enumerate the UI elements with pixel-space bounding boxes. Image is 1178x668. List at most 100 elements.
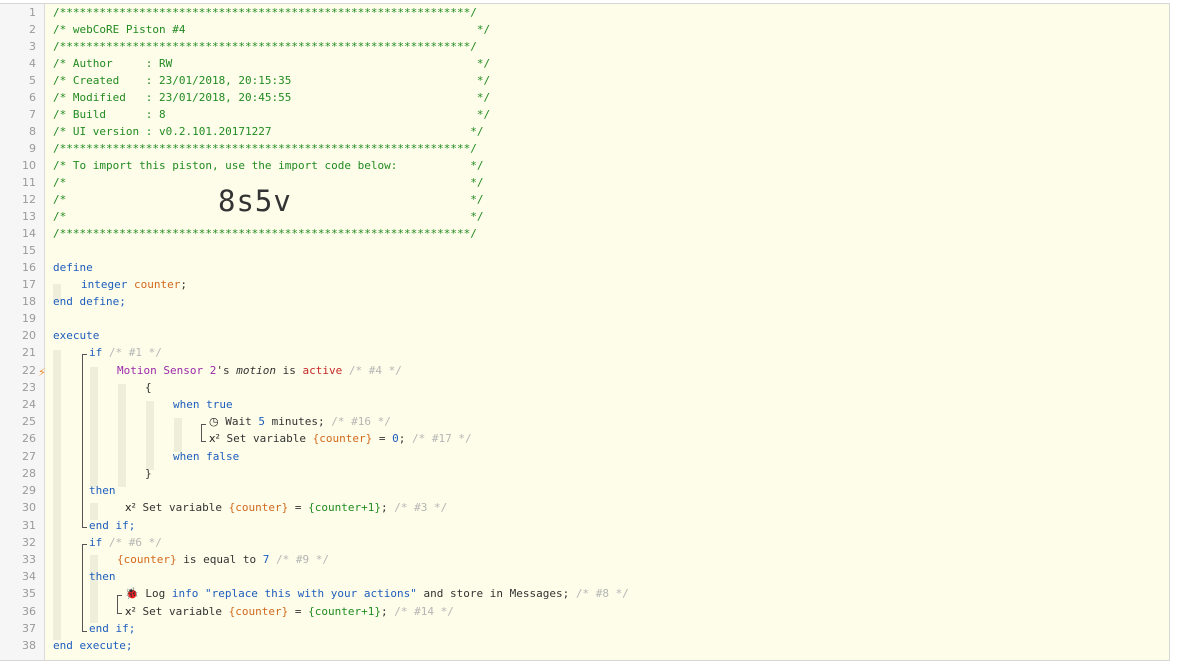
line-number: 5 xyxy=(29,74,36,87)
line-number: 3 xyxy=(29,40,36,53)
condition-id: /* #4 */ xyxy=(348,364,402,377)
operator: is xyxy=(282,364,296,377)
operator: = xyxy=(294,501,302,514)
line-number: 22 xyxy=(22,364,36,377)
attribute-name: motion xyxy=(236,364,276,377)
line-number: 19 xyxy=(22,312,36,325)
indent-guide xyxy=(53,350,61,640)
variable-icon: x² xyxy=(125,501,136,514)
code-line-5: /* Created : 23/01/2018, 20:15:35 */ xyxy=(53,74,491,87)
line-number: 8 xyxy=(29,125,36,138)
statement-id: /* #17 */ xyxy=(412,432,472,445)
value-active: active xyxy=(302,364,343,377)
line-number: 20 xyxy=(22,329,36,342)
code-line-30[interactable]: x² Set variable {counter} = {counter+1};… xyxy=(125,499,447,516)
line-number: 31 xyxy=(22,519,36,532)
action-group-bracket xyxy=(117,595,118,614)
line-number: 35 xyxy=(22,587,36,600)
line-number: 33 xyxy=(22,553,36,566)
set-variable-label: Set variable xyxy=(226,432,307,445)
statement-id: /* #3 */ xyxy=(394,501,448,514)
line-number: 4 xyxy=(29,57,36,70)
trigger-bolt-icon: ⚡ xyxy=(38,366,46,379)
line-number: 14 xyxy=(22,227,36,240)
semicolon: ; xyxy=(180,278,187,291)
code-line-23: { xyxy=(145,381,152,394)
line-number: 26 xyxy=(22,432,36,445)
code-line-27[interactable]: when false xyxy=(173,448,239,465)
code-line-9: /***************************************… xyxy=(53,142,477,155)
semicolon: ; xyxy=(398,432,406,445)
line-number: 6 xyxy=(29,91,36,104)
line-number: 34 xyxy=(22,570,36,583)
code-line-8: /* UI version : v0.2.101.20171227 */ xyxy=(53,125,484,138)
indent-guide xyxy=(174,418,182,452)
counter-variable: {counter} xyxy=(228,605,289,618)
line-number: 29 xyxy=(22,484,36,497)
set-variable-label: Set variable xyxy=(142,501,223,514)
statement-id: /* #8 */ xyxy=(575,587,629,600)
line-number: 37 xyxy=(22,622,36,635)
if-keyword: if xyxy=(89,536,103,549)
operator: = xyxy=(294,605,302,618)
counter-variable: {counter} xyxy=(312,432,373,445)
code-editor: 1 2 3 4 5 6 7 8 9 10 11 12 13 14 15 16 17 18 19 20 21 22 23 24 2… xyxy=(0,3,1170,661)
indent-guide xyxy=(118,384,126,487)
code-line-36[interactable]: x² Set variable {counter} = {counter+1};… xyxy=(125,603,454,620)
code-line-26[interactable]: x² Set variable {counter} = 0; /* #17 */ xyxy=(209,430,472,447)
line-number: 25 xyxy=(22,415,36,428)
code-line-32[interactable]: if /* #6 */ xyxy=(89,534,162,551)
wait-unit: minutes; xyxy=(271,415,325,428)
import-code[interactable]: 8s5v xyxy=(218,184,292,218)
code-line-10: /* To import this piston, use the import… xyxy=(53,159,484,172)
statement-id: /* #6 */ xyxy=(108,536,162,549)
semicolon: ; xyxy=(381,501,388,514)
code-line-31: end if; xyxy=(89,519,136,532)
log-label: Log xyxy=(145,587,166,600)
code-line-33[interactable]: {counter} is equal to 7 /* #9 */ xyxy=(117,551,329,568)
condition-id: /* #9 */ xyxy=(275,553,329,566)
code-line-4: /* Author : RW */ xyxy=(53,57,491,70)
integer-type: integer xyxy=(81,278,128,291)
expression: {counter+1} xyxy=(308,605,381,618)
code-line-16: define xyxy=(53,259,93,276)
line-number: 9 xyxy=(29,142,36,155)
value-seven: 7 xyxy=(262,553,270,566)
statement-id: /* #14 */ xyxy=(394,605,454,618)
counter-variable: {counter} xyxy=(117,553,177,566)
value-zero: 0 xyxy=(392,432,399,445)
statement-id: /* #1 */ xyxy=(108,346,162,359)
code-line-25[interactable]: ◷ Wait 5 minutes; /* #16 */ xyxy=(209,413,391,430)
set-variable-label: Set variable xyxy=(142,605,223,618)
variable-icon: x² xyxy=(125,605,136,618)
define-keyword[interactable]: define xyxy=(53,261,93,274)
store-label: and store in Messages; xyxy=(423,587,570,600)
code-line-20: execute xyxy=(53,329,100,342)
code-line-1: /***************************************… xyxy=(53,6,477,19)
code-line-28: } xyxy=(145,467,152,480)
log-message: "replace this with your actions" xyxy=(204,587,417,600)
code-line-21[interactable]: if /* #1 */ xyxy=(89,344,162,361)
code-line-7: /* Build : 8 */ xyxy=(53,108,491,121)
line-number: 21 xyxy=(22,346,36,359)
line-number: 13 xyxy=(22,210,36,223)
code-line-24[interactable]: when true xyxy=(173,396,233,413)
code-line-37: end if; xyxy=(89,622,136,635)
wait-label: Wait xyxy=(225,415,252,428)
code-line-35[interactable]: 🐞 Log info "replace this with your actio… xyxy=(125,585,629,602)
code-line-18: end define; xyxy=(53,295,126,308)
possessive: 's xyxy=(216,364,230,377)
code-line-3: /***************************************… xyxy=(53,40,477,53)
line-number: 32 xyxy=(22,536,36,549)
indent-guide xyxy=(90,367,98,487)
line-number: 10 xyxy=(22,159,36,172)
code-line-29: then xyxy=(89,484,116,497)
code-line-22[interactable]: Motion Sensor 2's motion is active /* #4… xyxy=(117,362,402,379)
operator: is equal to xyxy=(183,553,257,566)
code-line-17[interactable]: integer counter; xyxy=(81,276,187,293)
code-line-38: end execute; xyxy=(53,639,133,652)
device-name: Motion Sensor 2 xyxy=(117,364,217,377)
indent-guide xyxy=(90,555,98,623)
indent-guide xyxy=(146,401,154,470)
semicolon: ; xyxy=(381,605,388,618)
